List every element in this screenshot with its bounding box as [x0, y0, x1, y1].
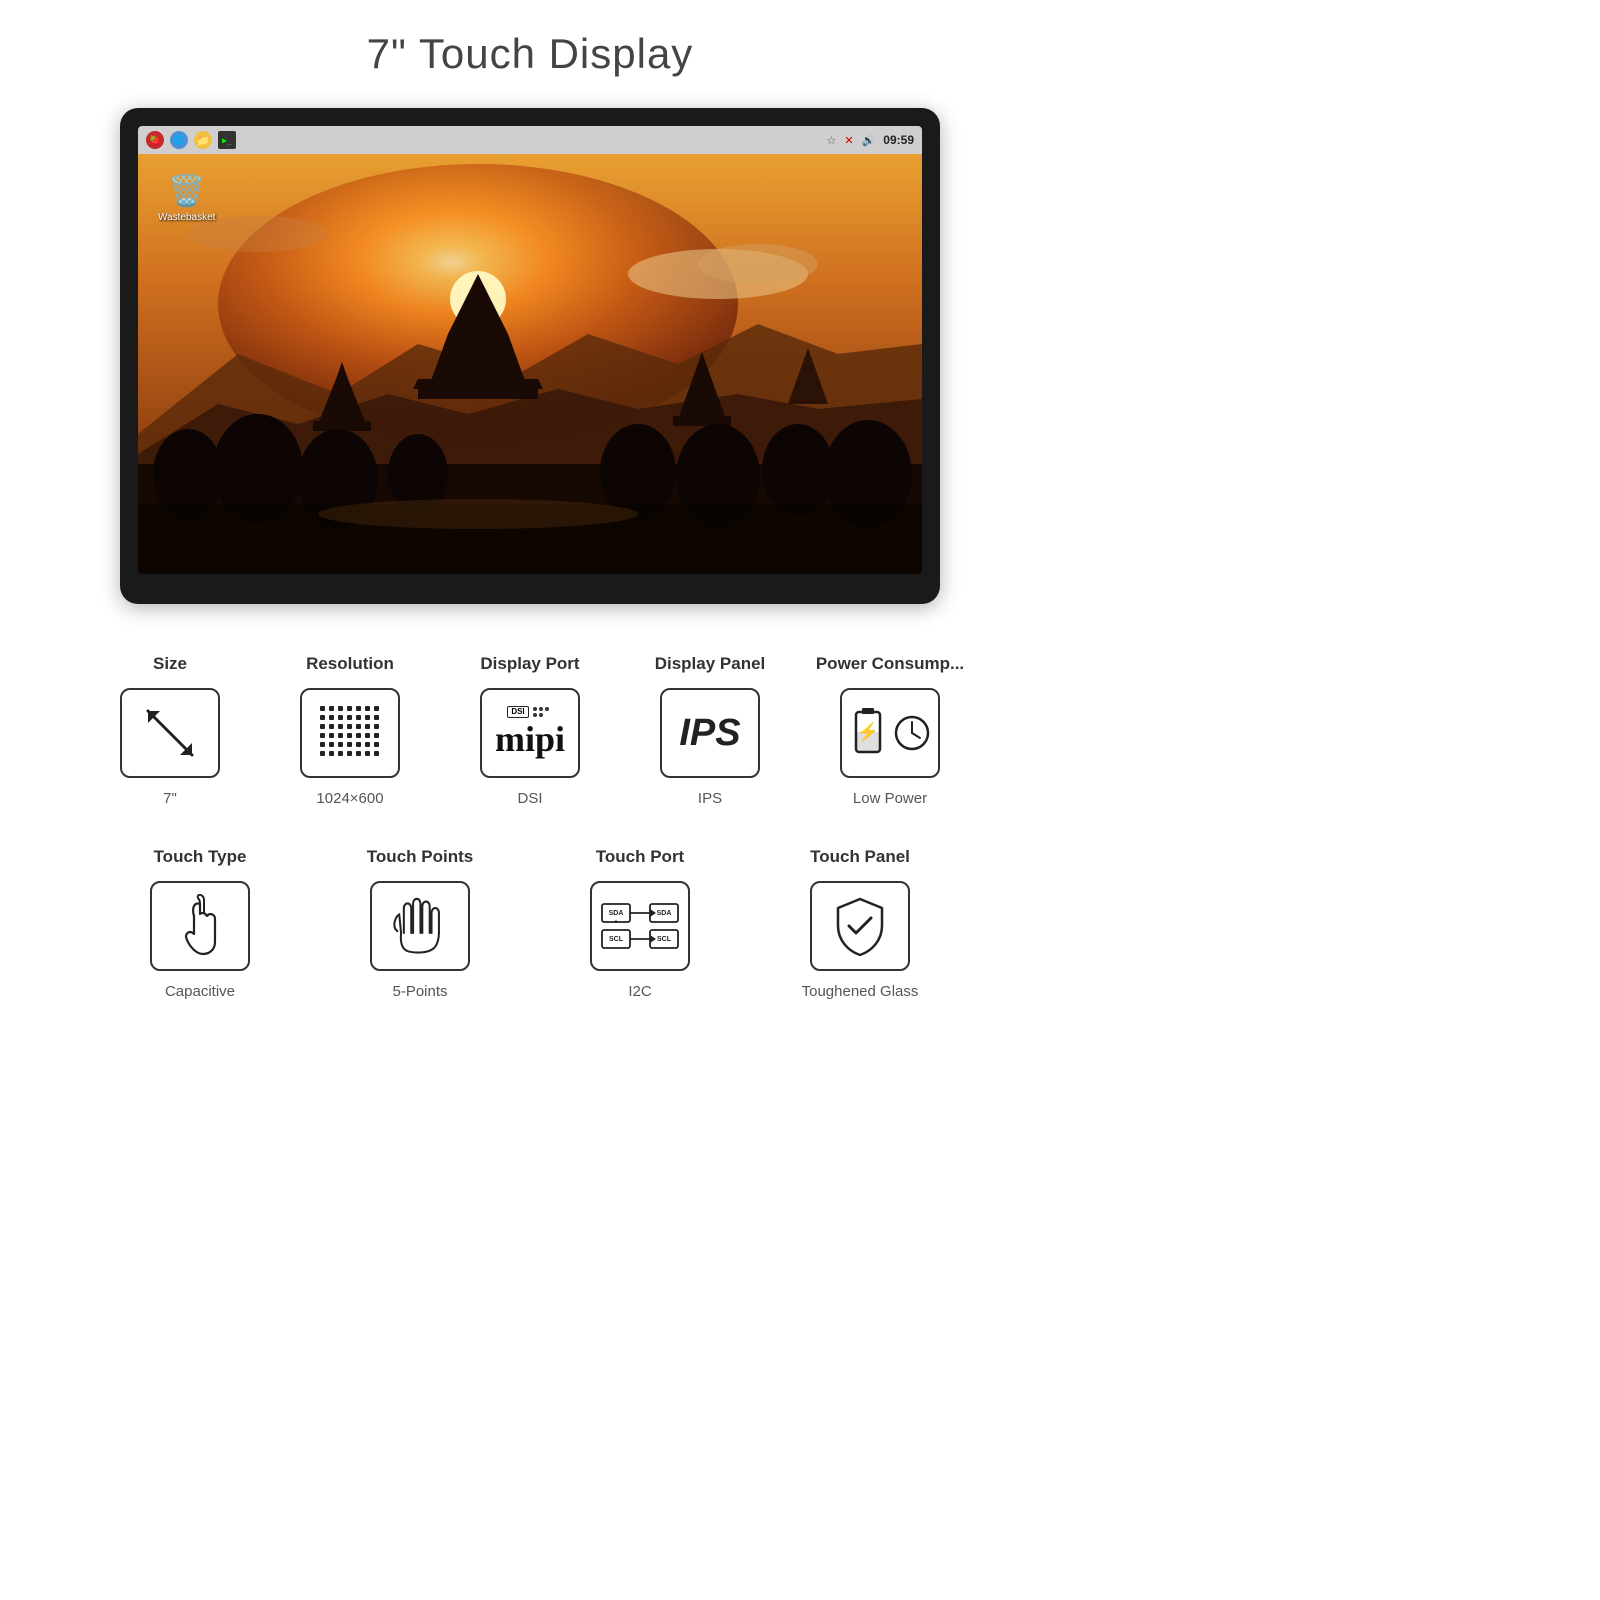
- spec-touch-type: Touch Type Capacitive: [90, 847, 310, 1000]
- spec-size: Size 7": [80, 654, 260, 807]
- taskbar-left: 🍓 🌐 📁 ▶_: [146, 131, 236, 149]
- spec-size-icon-box: [120, 688, 220, 778]
- spec-display-panel-label: Display Panel: [655, 654, 766, 674]
- taskbar-time: 09:59: [883, 133, 914, 147]
- page-title: 7" Touch Display: [367, 30, 694, 78]
- shield-icon: [830, 894, 890, 959]
- mipi-icon: DSI mipi: [495, 706, 565, 760]
- spec-display-port-value: DSI: [517, 790, 542, 807]
- spec-resolution: Resolution // Generated via SVG rects: [260, 654, 440, 807]
- spec-size-value: 7": [163, 790, 177, 807]
- spec-touch-panel-value: Toughened Glass: [802, 983, 919, 1000]
- svg-text:SCL: SCL: [657, 936, 672, 943]
- taskbar-right: ☆ ✕ 🔊 09:59: [827, 133, 915, 147]
- bluetooth-icon: ☆: [827, 134, 837, 147]
- spec-size-label: Size: [153, 654, 187, 674]
- spec-display-panel-value: IPS: [698, 790, 722, 807]
- spec-touch-points-icon-box: [370, 881, 470, 971]
- spec-touch-port-label: Touch Port: [596, 847, 684, 867]
- touch-finger-icon: [173, 894, 228, 959]
- clock-icon: [892, 713, 932, 753]
- spec-display-panel-icon-box: IPS: [660, 688, 760, 778]
- spec-touch-points: Touch Points 5-Poin: [310, 847, 530, 1000]
- display-screen: 🍓 🌐 📁 ▶_ ☆ ✕ 🔊 09:59: [138, 126, 922, 574]
- globe-icon: 🌐: [170, 131, 188, 149]
- ips-icon: IPS: [679, 712, 740, 755]
- diagonal-icon: [140, 703, 200, 763]
- wastebasket-image: 🗑️: [168, 174, 205, 209]
- display-specs-row: Size 7" Resolution // Generated via SVG: [40, 654, 1020, 807]
- spec-touch-panel-icon-box: [810, 881, 910, 971]
- display-mockup: 🍓 🌐 📁 ▶_ ☆ ✕ 🔊 09:59: [120, 108, 940, 604]
- five-fingers-icon: [390, 894, 450, 959]
- battery-icon: ⚡: [848, 706, 888, 761]
- wastebasket-label: Wastebasket: [158, 212, 215, 223]
- wifi-icon: ✕: [844, 134, 853, 147]
- spec-resolution-label: Resolution: [306, 654, 394, 674]
- svg-text:SDA: SDA: [657, 910, 672, 917]
- spec-touch-port: Touch Port SDA ▲ SCL SDA: [530, 847, 750, 1000]
- spec-display-port: Display Port DSI mipi: [440, 654, 620, 807]
- spec-power-label: Power Consump...: [816, 654, 964, 674]
- spec-power: Power Consump... ⚡: [800, 654, 980, 807]
- svg-text:⚡: ⚡: [857, 721, 879, 743]
- spec-resolution-value: 1024×600: [316, 790, 383, 807]
- spec-resolution-icon-box: // Generated via SVG rects: [300, 688, 400, 778]
- spec-touch-points-value: 5-Points: [392, 983, 447, 1000]
- spec-touch-port-value: I2C: [628, 983, 651, 1000]
- i2c-icon: SDA ▲ SCL SDA SCL: [600, 896, 680, 956]
- specs-section: Size 7" Resolution // Generated via SVG: [40, 654, 1020, 1000]
- svg-text:SCL: SCL: [609, 936, 624, 943]
- spec-touch-type-icon-box: [150, 881, 250, 971]
- terminal-icon: ▶_: [218, 131, 236, 149]
- raspberry-icon: 🍓: [146, 131, 164, 149]
- wastebasket-icon[interactable]: 🗑️ Wastebasket: [158, 174, 215, 223]
- spec-display-port-icon-box: DSI mipi: [480, 688, 580, 778]
- spec-touch-points-label: Touch Points: [367, 847, 473, 867]
- spec-touch-panel: Touch Panel Toughened Glass: [750, 847, 970, 1000]
- svg-text:▲: ▲: [613, 919, 619, 925]
- touch-specs-row: Touch Type Capacitive Touch Points: [40, 847, 1020, 1000]
- spec-display-port-label: Display Port: [480, 654, 579, 674]
- taskbar: 🍓 🌐 📁 ▶_ ☆ ✕ 🔊 09:59: [138, 126, 922, 154]
- grid-icon: // Generated via SVG rects: [315, 701, 385, 766]
- spec-touch-panel-label: Touch Panel: [810, 847, 910, 867]
- spec-touch-type-value: Capacitive: [165, 983, 235, 1000]
- power-icon: ⚡: [848, 706, 932, 761]
- folder-icon: 📁: [194, 131, 212, 149]
- desktop-area: 🗑️ Wastebasket: [138, 154, 922, 574]
- spec-display-panel: Display Panel IPS IPS: [620, 654, 800, 807]
- spec-power-value: Low Power: [853, 790, 927, 807]
- volume-icon: 🔊: [862, 134, 876, 147]
- spec-touch-type-label: Touch Type: [154, 847, 247, 867]
- spec-power-icon-box: ⚡: [840, 688, 940, 778]
- svg-text:SDA: SDA: [609, 910, 624, 917]
- spec-touch-port-icon-box: SDA ▲ SCL SDA SCL: [590, 881, 690, 971]
